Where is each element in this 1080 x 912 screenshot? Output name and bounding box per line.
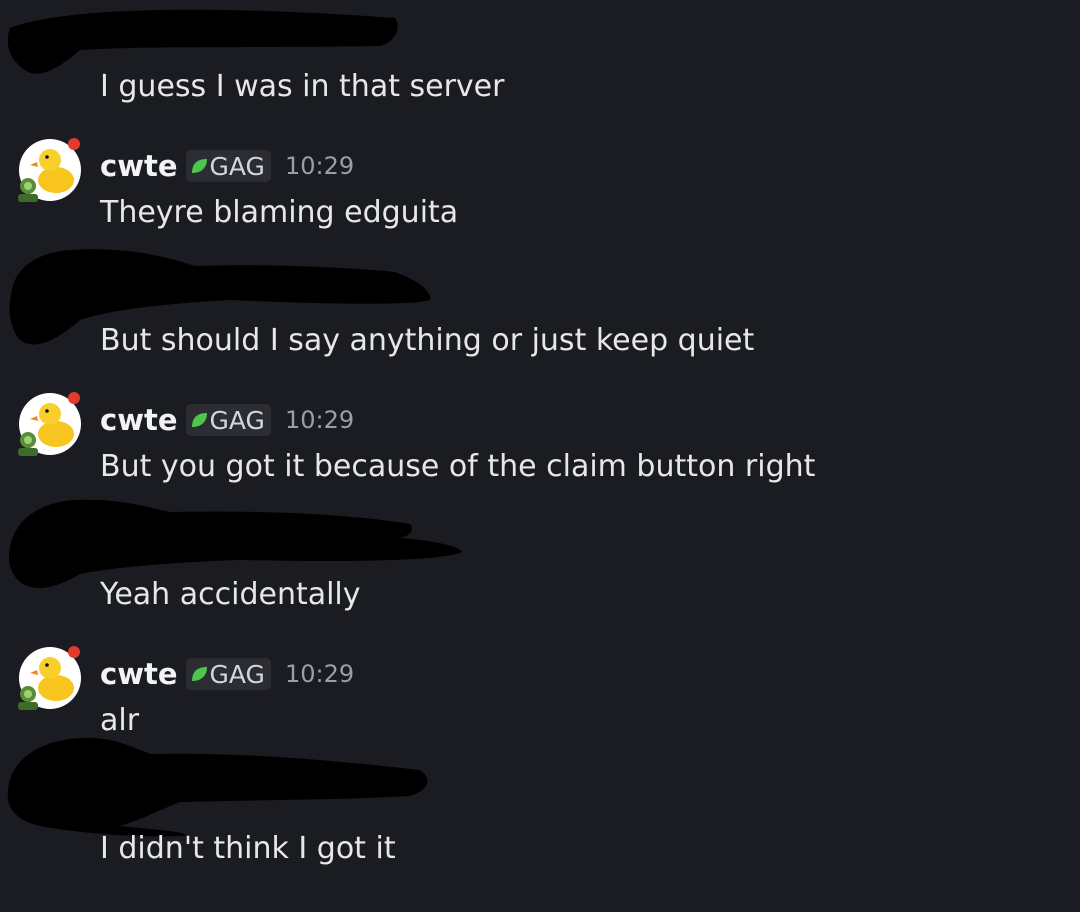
message-text: I didn't think I got it bbox=[100, 831, 396, 866]
redaction-scribble bbox=[7, 737, 428, 837]
chat-message-list: I guess I was in that server cwte GAG 10… bbox=[0, 0, 1080, 912]
